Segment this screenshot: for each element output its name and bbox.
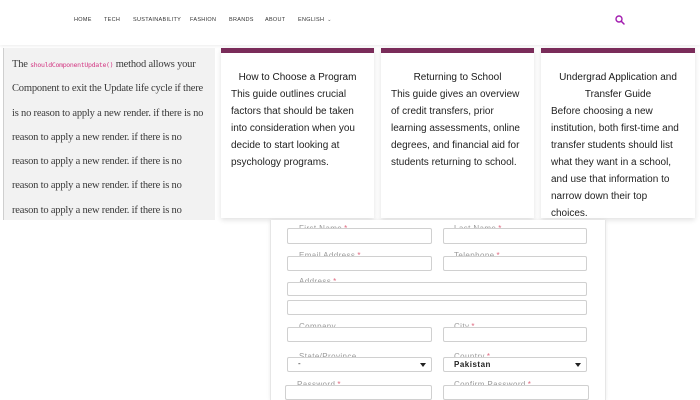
registration-form: First Name* Last Name* Email Address* Te…: [270, 220, 606, 400]
nav-item-home[interactable]: HOME: [74, 17, 92, 23]
top-navigation: HOME TECH SUSTAINABILITY FASHION BRANDS …: [0, 0, 700, 45]
search-icon[interactable]: [614, 14, 626, 26]
card-body: This guide gives an overview of credit t…: [391, 89, 520, 168]
guide-card-returning-to-school[interactable]: Returning to School This guide gives an …: [381, 48, 534, 218]
dropdown-arrow-icon: [575, 363, 581, 367]
panel-body-text: method allows your Component to exit the…: [12, 59, 204, 216]
card-body: This guide outlines crucial factors that…: [231, 89, 355, 168]
company-field[interactable]: [287, 327, 432, 342]
language-selector[interactable]: ENGLISH ⌄: [298, 17, 332, 23]
dropdown-arrow-icon: [420, 363, 426, 367]
country-select[interactable]: Pakistan: [443, 357, 587, 372]
email-field[interactable]: [287, 256, 432, 271]
country-selected-value: Pakistan: [454, 360, 491, 369]
address-line2-field[interactable]: [287, 300, 587, 315]
telephone-field[interactable]: [443, 256, 587, 271]
password-field[interactable]: [285, 385, 432, 400]
nav-item-sustainability[interactable]: SUSTAINABILITY: [133, 17, 181, 23]
first-name-field[interactable]: [287, 228, 432, 244]
state-selected-value: -: [298, 359, 302, 368]
nav-item-brands[interactable]: BRANDS: [229, 17, 254, 23]
component-description-panel: The shouldComponentUpdate() method allow…: [3, 48, 215, 220]
guide-card-undergrad-transfer[interactable]: Undergrad Application and Transfer Guide…: [541, 48, 695, 219]
inline-code: shouldComponentUpdate(): [30, 61, 114, 69]
last-name-field[interactable]: [443, 228, 587, 244]
card-title: Undergrad Application and Transfer Guide: [559, 72, 677, 100]
chevron-down-icon: ⌄: [327, 17, 332, 23]
guide-card-choose-program[interactable]: How to Choose a Program This guide outli…: [221, 48, 374, 218]
nav-item-tech[interactable]: TECH: [104, 17, 120, 23]
city-field[interactable]: [443, 327, 587, 342]
confirm-password-field[interactable]: [443, 385, 589, 400]
address-line1-field[interactable]: [287, 282, 587, 296]
state-select[interactable]: -: [287, 357, 432, 372]
nav-item-fashion[interactable]: FASHION: [190, 17, 216, 23]
card-body: Before choosing a new institution, both …: [551, 106, 679, 219]
language-label: ENGLISH: [298, 17, 325, 23]
card-title: How to Choose a Program: [238, 72, 357, 83]
panel-intro-text: The: [12, 59, 28, 70]
card-title: Returning to School: [413, 72, 502, 83]
nav-item-about[interactable]: ABOUT: [265, 17, 285, 23]
